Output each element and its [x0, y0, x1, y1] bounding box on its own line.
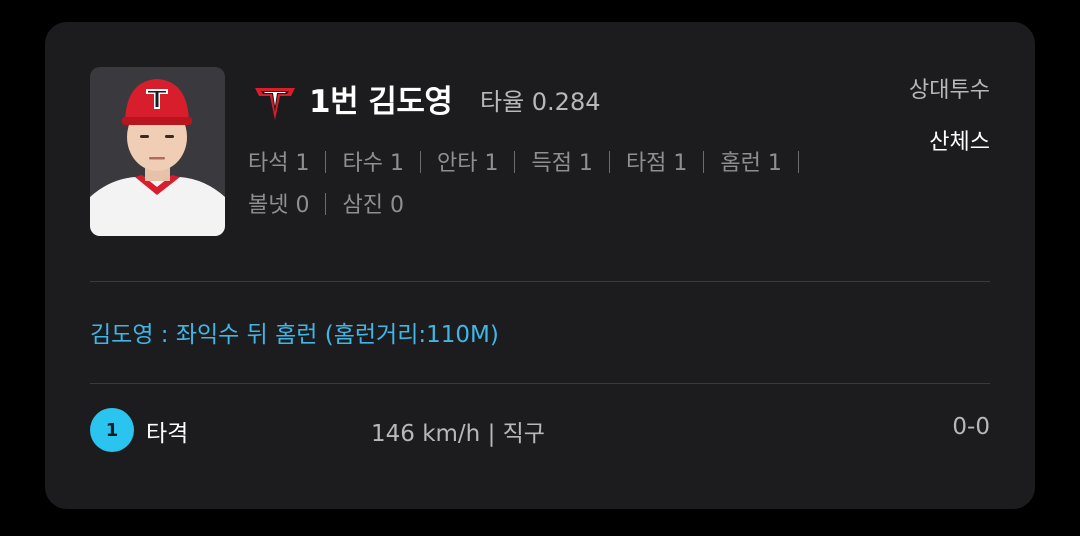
stat-separator [608, 151, 610, 173]
divider [90, 281, 990, 282]
player-photo [90, 67, 225, 236]
tigers-logo-icon [255, 88, 295, 120]
divider [90, 383, 990, 384]
stat-separator [325, 151, 327, 173]
stat-separator [797, 151, 799, 173]
stat-item: 타석 1 [248, 148, 342, 180]
ball-strike-count: 0-0 [952, 414, 990, 440]
batting-average: 타율 0.284 [480, 88, 601, 116]
stat-separator [703, 151, 705, 173]
stat-item: 안타 1 [437, 148, 531, 180]
stat-item: 득점 1 [531, 148, 625, 180]
pitch-number-badge: 1 [90, 408, 134, 452]
stat-separator [419, 151, 421, 173]
stat-item: 삼진 0 [342, 193, 404, 218]
stat-separator [325, 193, 327, 215]
play-description: 김도영 : 좌익수 뒤 홈런 (홈런거리:110M) [90, 322, 499, 348]
stat-item: 홈런 1 [720, 148, 814, 180]
player-name: 1번 김도영 [309, 84, 453, 120]
batting-stats: 타석 1 타수 1 안타 1 득점 1 타점 1 홈런 1 볼넷 0 삼진 0 [248, 148, 888, 222]
stat-separator [514, 151, 516, 173]
stat-item: 타수 1 [342, 148, 436, 180]
pitch-speed-type: 146 km/h | 직구 [371, 421, 545, 447]
stat-item: 타점 1 [626, 148, 720, 180]
opponent-pitcher-label: 상대투수 [909, 78, 990, 103]
stat-item: 볼넷 0 [248, 190, 342, 222]
opponent-pitcher-name: 산체스 [929, 130, 990, 155]
pitch-result: 타격 [146, 421, 189, 447]
at-bat-card: 1번 김도영 타율 0.284 상대투수 산체스 타석 1 타수 1 안타 1 … [45, 22, 1035, 509]
